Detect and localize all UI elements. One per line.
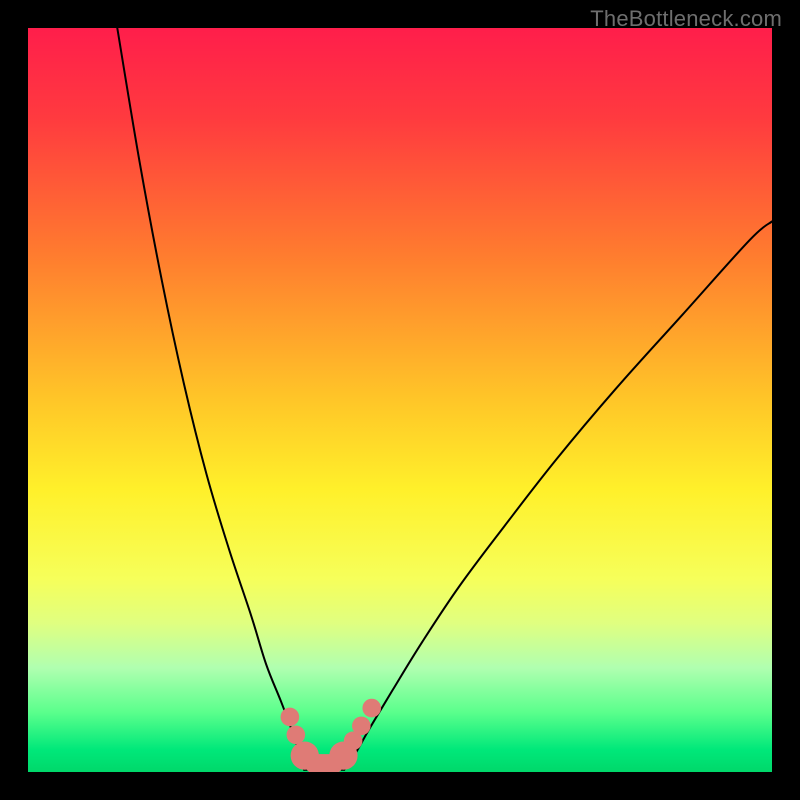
valley-cap-right xyxy=(329,741,357,769)
bottleneck-chart xyxy=(28,28,772,772)
left-marker-upper xyxy=(281,708,300,727)
gradient-background xyxy=(28,28,772,772)
plot-area xyxy=(28,28,772,772)
right-marker-2 xyxy=(352,717,371,736)
right-marker-3 xyxy=(362,699,381,718)
valley-cap-left xyxy=(291,741,319,769)
left-marker-lower xyxy=(287,726,306,745)
chart-frame: TheBottleneck.com xyxy=(0,0,800,800)
